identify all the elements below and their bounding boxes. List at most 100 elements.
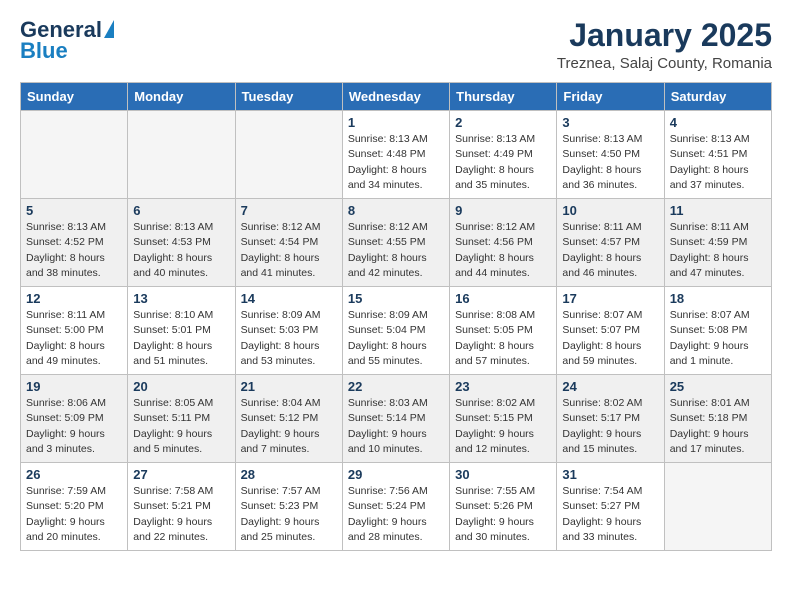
day-number: 17 bbox=[562, 291, 658, 306]
calendar-cell: 21Sunrise: 8:04 AM Sunset: 5:12 PM Dayli… bbox=[235, 375, 342, 463]
calendar-cell: 3 Sunrise: 8:13 AM Sunset: 4:50 PM Daylig… bbox=[557, 111, 664, 199]
day-number: 26 bbox=[26, 467, 122, 482]
day-number: 3 bbox=[562, 115, 658, 130]
day-info: Sunrise: 8:12 AM Sunset: 4:54 PM Dayligh… bbox=[241, 220, 337, 281]
month-title: January 2025 bbox=[557, 18, 772, 53]
title-block: January 2025 Treznea, Salaj County, Roma… bbox=[557, 18, 772, 72]
day-info: Sunrise: 8:09 AM Sunset: 5:04 PM Dayligh… bbox=[348, 308, 444, 369]
calendar-cell: 31 Sunrise: 7:54 AM Sunset: 5:27 PM Dayli… bbox=[557, 463, 664, 551]
header: General Blue January 2025 Treznea, Salaj… bbox=[20, 18, 772, 72]
calendar-cell: 20Sunrise: 8:05 AM Sunset: 5:11 PM Dayli… bbox=[128, 375, 235, 463]
logo-triangle-icon bbox=[104, 20, 114, 38]
day-info: Sunrise: 7:56 AM Sunset: 5:24 PM Dayligh… bbox=[348, 484, 444, 545]
day-number: 2 bbox=[455, 115, 551, 130]
day-number: 5 bbox=[26, 203, 122, 218]
calendar-cell: 22Sunrise: 8:03 AM Sunset: 5:14 PM Dayli… bbox=[342, 375, 449, 463]
day-number: 31 bbox=[562, 467, 658, 482]
weekday-header-saturday: Saturday bbox=[664, 83, 771, 111]
calendar-cell: 1 Sunrise: 8:13 AM Sunset: 4:48 PM Daylig… bbox=[342, 111, 449, 199]
day-info: Sunrise: 8:11 AM Sunset: 4:59 PM Dayligh… bbox=[670, 220, 766, 281]
day-number: 23 bbox=[455, 379, 551, 394]
day-number: 9 bbox=[455, 203, 551, 218]
calendar-cell: 19Sunrise: 8:06 AM Sunset: 5:09 PM Dayli… bbox=[21, 375, 128, 463]
weekday-header-sunday: Sunday bbox=[21, 83, 128, 111]
day-info: Sunrise: 8:13 AM Sunset: 4:52 PM Dayligh… bbox=[26, 220, 122, 281]
day-number: 1 bbox=[348, 115, 444, 130]
day-info: Sunrise: 8:13 AM Sunset: 4:49 PM Dayligh… bbox=[455, 132, 551, 193]
calendar-cell: 24Sunrise: 8:02 AM Sunset: 5:17 PM Dayli… bbox=[557, 375, 664, 463]
day-number: 16 bbox=[455, 291, 551, 306]
day-info: Sunrise: 8:13 AM Sunset: 4:48 PM Dayligh… bbox=[348, 132, 444, 193]
calendar-cell: 18 Sunrise: 8:07 AM Sunset: 5:08 PM Dayli… bbox=[664, 287, 771, 375]
day-number: 29 bbox=[348, 467, 444, 482]
calendar-cell: 13 Sunrise: 8:10 AM Sunset: 5:01 PM Dayli… bbox=[128, 287, 235, 375]
day-info: Sunrise: 7:58 AM Sunset: 5:21 PM Dayligh… bbox=[133, 484, 229, 545]
day-info: Sunrise: 8:07 AM Sunset: 5:08 PM Dayligh… bbox=[670, 308, 766, 369]
day-info: Sunrise: 7:59 AM Sunset: 5:20 PM Dayligh… bbox=[26, 484, 122, 545]
day-number: 14 bbox=[241, 291, 337, 306]
day-number: 11 bbox=[670, 203, 766, 218]
day-number: 4 bbox=[670, 115, 766, 130]
location: Treznea, Salaj County, Romania bbox=[557, 55, 772, 72]
calendar-cell bbox=[664, 463, 771, 551]
day-number: 18 bbox=[670, 291, 766, 306]
day-info: Sunrise: 8:12 AM Sunset: 4:55 PM Dayligh… bbox=[348, 220, 444, 281]
calendar-week-row: 19Sunrise: 8:06 AM Sunset: 5:09 PM Dayli… bbox=[21, 375, 772, 463]
calendar-cell: 16Sunrise: 8:08 AM Sunset: 5:05 PM Dayli… bbox=[450, 287, 557, 375]
day-info: Sunrise: 8:02 AM Sunset: 5:15 PM Dayligh… bbox=[455, 396, 551, 457]
calendar-cell: 12 Sunrise: 8:11 AM Sunset: 5:00 PM Dayli… bbox=[21, 287, 128, 375]
calendar-cell: 10 Sunrise: 8:11 AM Sunset: 4:57 PM Dayli… bbox=[557, 199, 664, 287]
day-number: 28 bbox=[241, 467, 337, 482]
calendar-week-row: 1 Sunrise: 8:13 AM Sunset: 4:48 PM Daylig… bbox=[21, 111, 772, 199]
day-info: Sunrise: 8:10 AM Sunset: 5:01 PM Dayligh… bbox=[133, 308, 229, 369]
day-number: 27 bbox=[133, 467, 229, 482]
calendar-cell: 8 Sunrise: 8:12 AM Sunset: 4:55 PM Daylig… bbox=[342, 199, 449, 287]
day-info: Sunrise: 8:13 AM Sunset: 4:50 PM Dayligh… bbox=[562, 132, 658, 193]
day-number: 10 bbox=[562, 203, 658, 218]
calendar-cell: 25Sunrise: 8:01 AM Sunset: 5:18 PM Dayli… bbox=[664, 375, 771, 463]
weekday-header-row: SundayMondayTuesdayWednesdayThursdayFrid… bbox=[21, 83, 772, 111]
day-info: Sunrise: 7:55 AM Sunset: 5:26 PM Dayligh… bbox=[455, 484, 551, 545]
calendar-cell: 30 Sunrise: 7:55 AM Sunset: 5:26 PM Dayli… bbox=[450, 463, 557, 551]
calendar-cell: 11 Sunrise: 8:11 AM Sunset: 4:59 PM Dayli… bbox=[664, 199, 771, 287]
calendar-cell: 5 Sunrise: 8:13 AM Sunset: 4:52 PM Daylig… bbox=[21, 199, 128, 287]
calendar-cell: 28Sunrise: 7:57 AM Sunset: 5:23 PM Dayli… bbox=[235, 463, 342, 551]
day-info: Sunrise: 8:01 AM Sunset: 5:18 PM Dayligh… bbox=[670, 396, 766, 457]
day-number: 8 bbox=[348, 203, 444, 218]
weekday-header-tuesday: Tuesday bbox=[235, 83, 342, 111]
calendar-cell: 26 Sunrise: 7:59 AM Sunset: 5:20 PM Dayli… bbox=[21, 463, 128, 551]
day-info: Sunrise: 8:02 AM Sunset: 5:17 PM Dayligh… bbox=[562, 396, 658, 457]
weekday-header-wednesday: Wednesday bbox=[342, 83, 449, 111]
day-info: Sunrise: 8:13 AM Sunset: 4:51 PM Dayligh… bbox=[670, 132, 766, 193]
day-number: 12 bbox=[26, 291, 122, 306]
day-info: Sunrise: 8:13 AM Sunset: 4:53 PM Dayligh… bbox=[133, 220, 229, 281]
calendar-cell: 23 Sunrise: 8:02 AM Sunset: 5:15 PM Dayli… bbox=[450, 375, 557, 463]
day-number: 6 bbox=[133, 203, 229, 218]
calendar-cell bbox=[235, 111, 342, 199]
day-info: Sunrise: 8:05 AM Sunset: 5:11 PM Dayligh… bbox=[133, 396, 229, 457]
logo: General Blue bbox=[20, 18, 114, 64]
day-number: 22 bbox=[348, 379, 444, 394]
weekday-header-thursday: Thursday bbox=[450, 83, 557, 111]
calendar-cell: 27 Sunrise: 7:58 AM Sunset: 5:21 PM Dayli… bbox=[128, 463, 235, 551]
calendar-cell: 15 Sunrise: 8:09 AM Sunset: 5:04 PM Dayli… bbox=[342, 287, 449, 375]
day-info: Sunrise: 8:06 AM Sunset: 5:09 PM Dayligh… bbox=[26, 396, 122, 457]
day-info: Sunrise: 7:54 AM Sunset: 5:27 PM Dayligh… bbox=[562, 484, 658, 545]
day-info: Sunrise: 8:12 AM Sunset: 4:56 PM Dayligh… bbox=[455, 220, 551, 281]
calendar-cell: 6 Sunrise: 8:13 AM Sunset: 4:53 PM Daylig… bbox=[128, 199, 235, 287]
logo-blue-text: Blue bbox=[20, 38, 68, 64]
day-info: Sunrise: 8:07 AM Sunset: 5:07 PM Dayligh… bbox=[562, 308, 658, 369]
calendar-cell: 14 Sunrise: 8:09 AM Sunset: 5:03 PM Dayli… bbox=[235, 287, 342, 375]
day-info: Sunrise: 8:09 AM Sunset: 5:03 PM Dayligh… bbox=[241, 308, 337, 369]
day-info: Sunrise: 8:11 AM Sunset: 5:00 PM Dayligh… bbox=[26, 308, 122, 369]
weekday-header-friday: Friday bbox=[557, 83, 664, 111]
calendar-page: General Blue January 2025 Treznea, Salaj… bbox=[0, 0, 792, 569]
calendar-cell: 2 Sunrise: 8:13 AM Sunset: 4:49 PM Daylig… bbox=[450, 111, 557, 199]
calendar-cell: 7Sunrise: 8:12 AM Sunset: 4:54 PM Daylig… bbox=[235, 199, 342, 287]
day-info: Sunrise: 8:11 AM Sunset: 4:57 PM Dayligh… bbox=[562, 220, 658, 281]
day-number: 15 bbox=[348, 291, 444, 306]
day-number: 13 bbox=[133, 291, 229, 306]
day-number: 30 bbox=[455, 467, 551, 482]
calendar-cell: 4 Sunrise: 8:13 AM Sunset: 4:51 PM Daylig… bbox=[664, 111, 771, 199]
weekday-header-monday: Monday bbox=[128, 83, 235, 111]
